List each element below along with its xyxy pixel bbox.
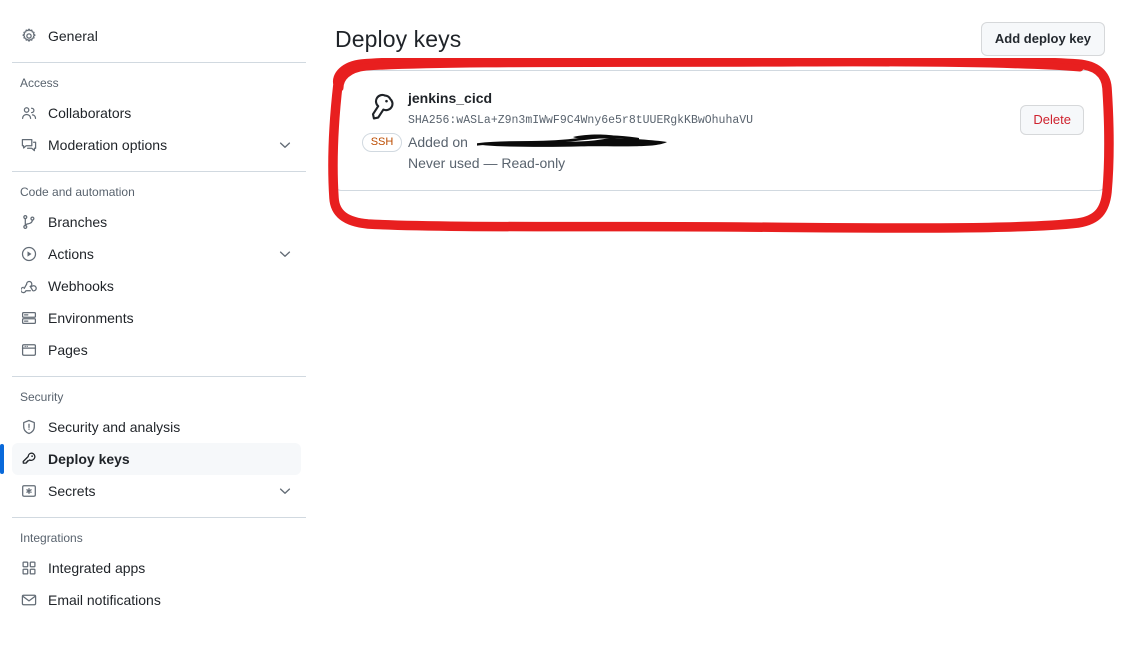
sidebar-item-label: Security and analysis — [48, 419, 181, 435]
sidebar-group-title-security: Security — [20, 390, 64, 404]
sidebar-item-pages[interactable]: Pages — [12, 334, 301, 366]
sidebar-group-title-integrations: Integrations — [20, 531, 83, 545]
key-added-on-label: Added on — [408, 134, 468, 150]
people-icon — [20, 105, 38, 121]
sidebar-item-label: Integrated apps — [48, 560, 146, 576]
settings-page: General Access Collaborators Moderation opt… — [0, 0, 1126, 652]
apps-grid-icon — [20, 560, 38, 576]
add-deploy-key-button[interactable]: Add deploy key — [980, 22, 1105, 56]
key-title: jenkins_cicd — [408, 90, 493, 106]
sidebar-item-label: Email notifications — [48, 592, 161, 608]
sidebar-group-title-code-and-automation: Code and automation — [20, 185, 135, 199]
chevron-down-icon[interactable] — [277, 137, 293, 153]
chevron-down-icon[interactable] — [277, 483, 293, 499]
sidebar-item-label: General — [48, 28, 98, 44]
sidebar-divider — [12, 517, 306, 518]
sidebar-item-integrated-apps[interactable]: Integrated apps — [12, 552, 301, 584]
sidebar-item-actions[interactable]: Actions — [12, 238, 301, 270]
key-icon — [20, 451, 38, 467]
mail-icon — [20, 592, 38, 608]
gear-icon — [20, 28, 38, 44]
sidebar-item-label: Actions — [48, 246, 94, 262]
sidebar-item-label: Webhooks — [48, 278, 114, 294]
sidebar-divider — [12, 171, 306, 172]
deploy-keys-list: SSH jenkins_cicd SHA256:wASLa+Z9n3mIWwF9… — [335, 70, 1105, 191]
deploy-key-row: SSH jenkins_cicd SHA256:wASLa+Z9n3mIWwF9… — [336, 71, 1104, 190]
git-branch-icon — [20, 214, 38, 230]
sidebar-item-secrets[interactable]: Secrets — [12, 475, 301, 507]
comment-discussion-icon — [20, 137, 38, 153]
key-usage: Never used — Read-only — [408, 155, 566, 171]
key-fingerprint: SHA256:wASLa+Z9n3mIWwF9C4Wny6e5r8tUUERgk… — [408, 114, 754, 127]
sidebar-item-collaborators[interactable]: Collaborators — [12, 97, 301, 129]
chevron-down-icon[interactable] — [277, 246, 293, 262]
key-icon — [367, 91, 397, 126]
sidebar-divider — [12, 376, 306, 377]
sidebar-item-email-notifications[interactable]: Email notifications — [12, 584, 301, 616]
sidebar-item-label: Moderation options — [48, 137, 168, 153]
sidebar-item-label: Environments — [48, 310, 134, 326]
browser-icon — [20, 342, 38, 358]
delete-key-button[interactable]: Delete — [1020, 105, 1084, 135]
server-icon — [20, 310, 38, 326]
sidebar-item-webhooks[interactable]: Webhooks — [12, 270, 301, 302]
key-details: jenkins_cicd SHA256:wASLa+Z9n3mIWwF9C4Wn… — [408, 87, 1020, 174]
redaction-scribble — [477, 134, 667, 147]
key-actions: Delete — [1020, 87, 1088, 135]
page-header: Deploy keys Add deploy key — [335, 22, 1105, 70]
sidebar-item-moderation-options[interactable]: Moderation options — [12, 129, 301, 161]
play-icon — [20, 246, 38, 262]
sidebar-item-label: Deploy keys — [48, 451, 130, 467]
sidebar-item-general[interactable]: General — [12, 20, 301, 52]
webhook-icon — [20, 278, 38, 294]
key-added-on: Added on — [408, 132, 1020, 153]
shield-icon — [20, 419, 38, 435]
sidebar-item-deploy-keys[interactable]: Deploy keys — [0, 443, 301, 475]
sidebar-item-label: Pages — [48, 342, 88, 358]
sidebar-item-label: Branches — [48, 214, 108, 230]
ssh-badge: SSH — [361, 133, 403, 152]
sidebar-item-security-and-analysis[interactable]: Security and analysis — [12, 411, 301, 443]
key-type-column: SSH — [356, 87, 408, 152]
settings-sidebar: General Access Collaborators Moderation opt… — [0, 0, 318, 652]
sidebar-item-label: Collaborators — [48, 105, 132, 121]
page-title: Deploy keys — [335, 25, 462, 52]
asterisk-key-icon — [20, 483, 38, 499]
sidebar-divider — [12, 62, 306, 63]
sidebar-group-title-access: Access — [20, 76, 59, 90]
main-content: Deploy keys Add deploy key SSH jenkins_c… — [335, 0, 1105, 191]
sidebar-item-branches[interactable]: Branches — [12, 206, 301, 238]
sidebar-item-environments[interactable]: Environments — [12, 302, 301, 334]
sidebar-item-label: Secrets — [48, 483, 96, 499]
